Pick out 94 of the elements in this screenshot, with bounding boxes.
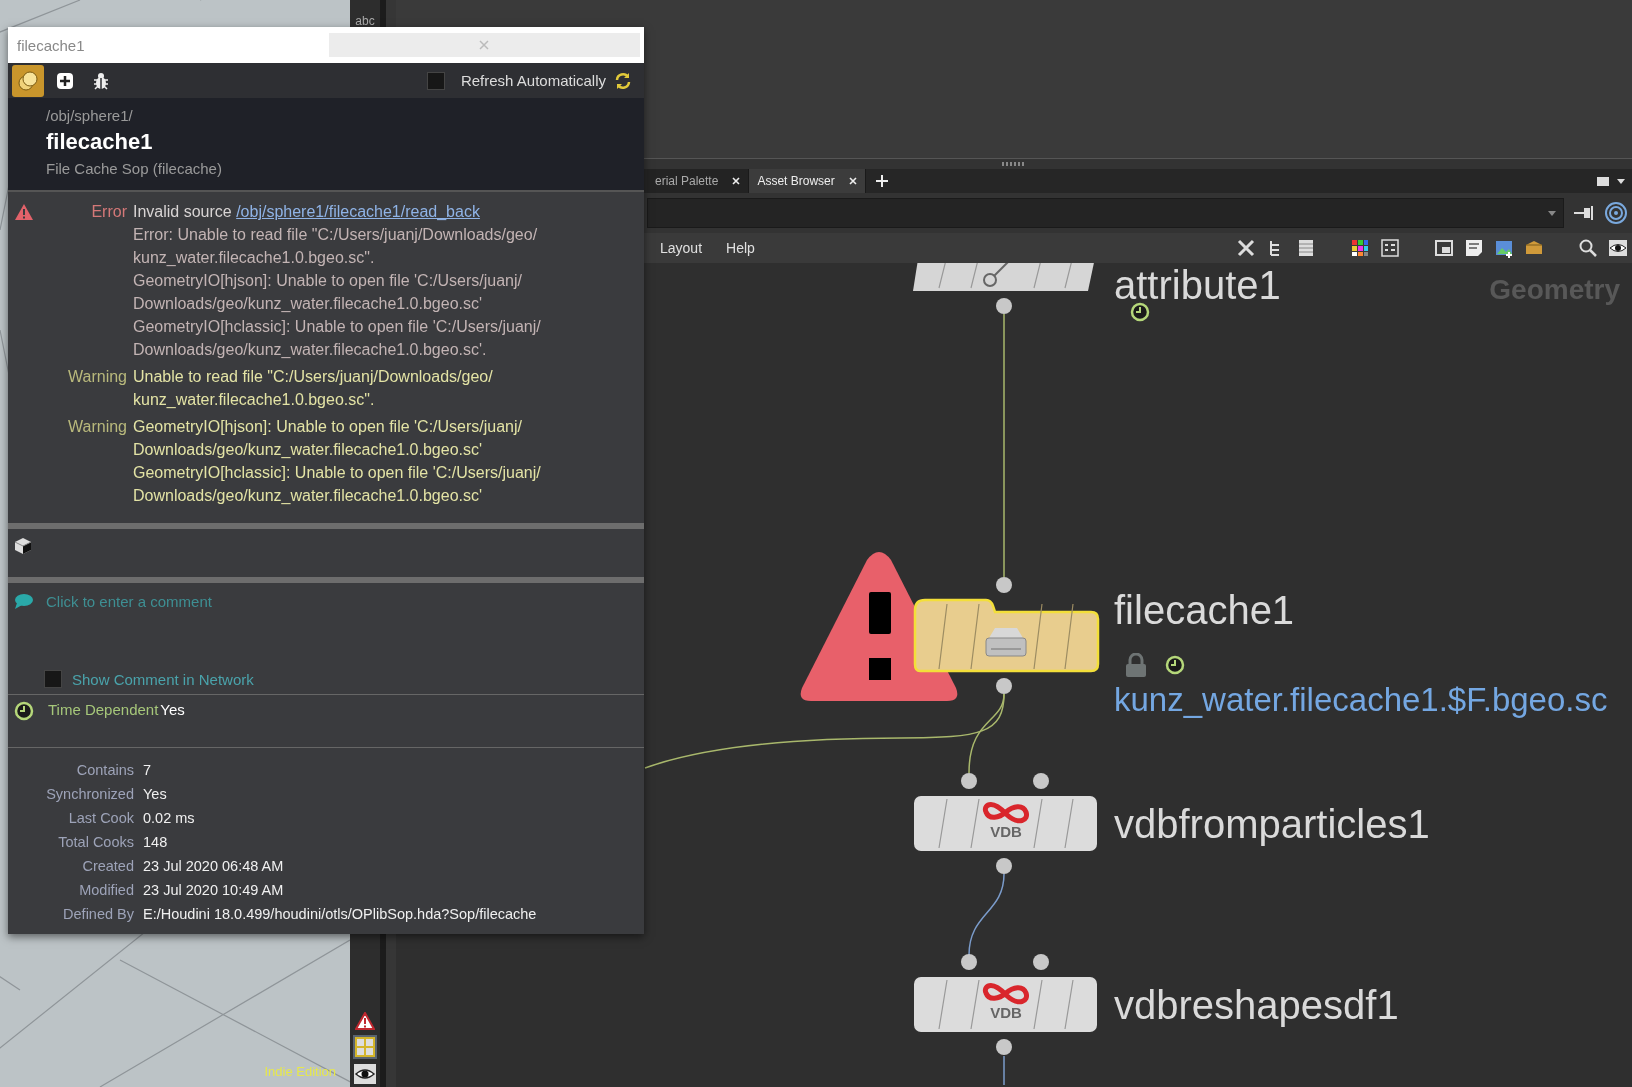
message-text: Unable to read file "C:/Users/juanj/Downloads/geo/: [133, 368, 493, 385]
node-body[interactable]: [914, 796, 1097, 851]
node-name-label: attribute1: [1114, 263, 1281, 307]
message-text: GeometryIO[hclassic]: Unable to open file 'C:/Users/juanj/: [133, 464, 541, 481]
message-text: Invalid source: [133, 203, 233, 220]
node-body[interactable]: [914, 977, 1097, 1032]
bug-icon[interactable]: [92, 71, 110, 90]
input-connector[interactable]: [961, 773, 977, 789]
checkbox[interactable]: [44, 670, 62, 688]
cube-icon: [14, 537, 32, 555]
input-connector[interactable]: [1033, 954, 1049, 970]
node-name-label: vdbfromparticles1: [1114, 802, 1430, 846]
message-text: GeometryIO[hjson]: Unable to open file 'C:/Users/juanj/: [133, 418, 522, 435]
close-icon[interactable]: [732, 177, 741, 185]
checkbox[interactable]: [426, 71, 445, 90]
edition-label: Indie Edition: [264, 1064, 336, 1079]
path-field[interactable]: [647, 198, 1564, 228]
window-title: filecache1: [17, 36, 86, 54]
close-icon[interactable]: [848, 177, 857, 185]
info-value: Yes: [143, 785, 168, 804]
info-value: 7: [143, 761, 153, 780]
node-path: /obj/sphere1/: [46, 106, 134, 126]
vdb-icon-label: VDB: [989, 1005, 1023, 1021]
menu-item[interactable]: Help: [714, 240, 767, 256]
message-text: Downloads/geo/kunz_water.filecache1.0.bgeo.sc': [133, 441, 483, 458]
message-text: Downloads/geo/kunz_water.filecache1.0.bgeo.sc': [133, 295, 483, 312]
input-connector[interactable]: [996, 577, 1012, 593]
info-label: Synchronized: [45, 785, 134, 804]
info-value: 23 Jul 2020 06:48 AM: [143, 857, 285, 876]
close-icon: [479, 40, 490, 50]
color-palette-icon[interactable]: [1350, 238, 1370, 258]
menu-item[interactable]: Layout: [648, 240, 715, 256]
comment-bubble-icon: [14, 593, 34, 611]
plus-icon[interactable]: [875, 175, 888, 187]
warning-icon: [14, 203, 34, 221]
info-value: 148: [143, 833, 169, 852]
node-name-label: filecache1: [1114, 588, 1295, 632]
output-connector[interactable]: [996, 858, 1012, 874]
info-label: Defined By: [62, 905, 134, 924]
maximize-icon[interactable]: [1596, 174, 1610, 188]
text-tool-label[interactable]: abc: [355, 14, 375, 28]
info-value: E:/Houdini 18.0.499/houdini/otls/OPlibSop.hda?Sop/filecache: [143, 905, 538, 924]
node-type: File Cache Sop (filecache): [46, 159, 223, 179]
output-connector[interactable]: [996, 678, 1012, 694]
message-text: Downloads/geo/kunz_water.filecache1.0.bgeo.sc'.: [133, 341, 487, 358]
splitter-handle[interactable]: [1002, 162, 1026, 166]
info-label: Created: [81, 857, 134, 876]
node-name: filecache1: [46, 128, 154, 156]
output-file-label: kunz_water.filecache1.$F.bgeo.sc: [1114, 680, 1608, 720]
shapes-icon[interactable]: [1380, 238, 1400, 258]
info-label: Time Dependent: [48, 701, 159, 718]
search-icon[interactable]: [1578, 238, 1598, 258]
eye-icon[interactable]: [354, 1064, 376, 1084]
plus-icon[interactable]: [56, 71, 74, 90]
network-box-icon[interactable]: [1434, 238, 1454, 258]
input-connector[interactable]: [961, 954, 977, 970]
severity-label: Error: [90, 202, 127, 222]
node-body[interactable]: [913, 598, 1100, 673]
vdb-icon-label: VDB: [989, 824, 1023, 840]
info-value: 0.02 ms: [143, 809, 196, 828]
info-value: Yes: [160, 701, 185, 718]
message-text: GeometryIO[hclassic]: Unable to open file 'C:/Users/juanj/: [133, 318, 541, 335]
info-label: Total Cooks: [57, 833, 134, 852]
checkbox-label[interactable]: Refresh Automatically: [460, 72, 606, 89]
refresh-icon[interactable]: [614, 71, 632, 90]
list-icon[interactable]: [1296, 238, 1316, 258]
target-icon[interactable]: [1604, 201, 1628, 225]
info-label: Contains: [75, 761, 134, 780]
severity-label: Warning: [67, 417, 127, 437]
image-icon[interactable]: [1494, 238, 1514, 258]
message-text: GeometryIO[hjson]: Unable to open file 'C:/Users/juanj/: [133, 272, 522, 289]
output-connector[interactable]: [996, 1039, 1012, 1055]
sticky-note-icon[interactable]: [1464, 238, 1484, 258]
pane-tab[interactable]: Asset Browser: [749, 169, 866, 193]
node-name-label: vdbreshapesdf1: [1114, 983, 1399, 1027]
severity-label: Warning: [67, 367, 127, 387]
info-label: Modified: [78, 881, 134, 900]
input-connector[interactable]: [1033, 773, 1049, 789]
info-value: 23 Jul 2020 10:49 AM: [143, 881, 285, 900]
message-text: kunz_water.filecache1.0.bgeo.sc".: [133, 391, 375, 408]
info-label: Last Cook: [67, 809, 134, 828]
output-connector[interactable]: [996, 298, 1012, 314]
message-text: kunz_water.filecache1.0.bgeo.sc".: [133, 249, 375, 266]
node-info-button[interactable]: [12, 64, 44, 97]
node-body[interactable]: [913, 263, 1096, 291]
clock-icon: [14, 701, 34, 721]
eye-icon[interactable]: [1608, 238, 1628, 258]
connection-wire: [1003, 1055, 1005, 1085]
message-text: Downloads/geo/kunz_water.filecache1.0.bgeo.sc': [133, 487, 483, 504]
warning-icon[interactable]: [355, 1012, 375, 1030]
pin-icon[interactable]: [1572, 203, 1596, 223]
node-path-link[interactable]: /obj/sphere1/filecache1/read_back: [236, 203, 480, 220]
message-text: Error: Unable to read file "C:/Users/juanj/Downloads/geo/: [133, 226, 538, 243]
checkbox-label[interactable]: Show Comment in Network: [72, 670, 254, 688]
